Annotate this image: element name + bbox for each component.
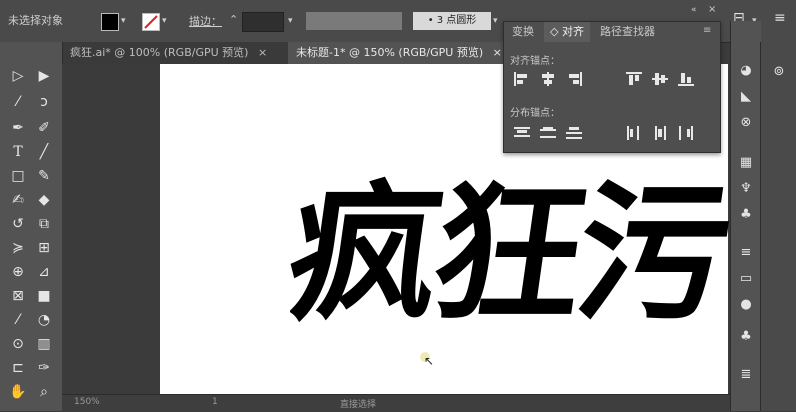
width-tool-icon[interactable]: ≽ <box>6 238 30 258</box>
direct-selection-cursor-icon: ↖ <box>424 354 435 368</box>
artwork-glyphs: 疯狂污 <box>290 168 730 342</box>
stroke-panel-icon[interactable]: ≡ <box>736 245 756 261</box>
artwork-text[interactable]: 疯狂污 <box>290 160 730 350</box>
fill-swatch[interactable] <box>101 13 119 31</box>
gradient-panel-icon[interactable]: ▭ <box>736 271 756 287</box>
align-horizontal-center-icon[interactable] <box>540 72 556 86</box>
align-vertical-center-icon[interactable] <box>652 72 668 86</box>
align-top-icon[interactable] <box>626 72 642 86</box>
color-guide-icon[interactable]: ◣ <box>736 89 756 105</box>
shaper-tool-icon[interactable]: ✍ <box>6 190 30 210</box>
distribute-bottom-icon[interactable] <box>566 126 582 140</box>
line-tool-icon[interactable]: ╱ <box>32 142 56 162</box>
distribute-vertical-center-icon[interactable] <box>540 126 556 140</box>
align-panel: 变换 ◇ 对齐 路径查找器 ≡ 对齐锚点： 分布锚点： <box>503 21 721 153</box>
stroke-weight-stepper[interactable]: ⌃ <box>229 13 238 26</box>
variable-width-profile[interactable] <box>306 12 402 30</box>
curvature-tool-icon[interactable]: ✐ <box>32 118 56 138</box>
brushes-icon[interactable]: ♆ <box>736 181 756 197</box>
layers-icon[interactable]: ≣ <box>736 367 756 383</box>
fill-dropdown-chevron-icon[interactable]: ▾ <box>121 16 126 26</box>
recolor-icon[interactable]: ⊗ <box>736 115 756 131</box>
stroke-dropdown-chevron-icon[interactable]: ▾ <box>162 16 167 26</box>
panel-dock-icons: ◕ ◣ ⊗ ▦ ♆ ♣ ≡ ▭ ● ♣ ≣ <box>730 21 761 411</box>
eyedropper-tool-icon[interactable]: ⁄ <box>6 310 30 330</box>
gradient-tool-icon[interactable]: ■ <box>32 286 56 306</box>
scale-tool-icon[interactable]: ⧉ <box>32 214 56 234</box>
blend-tool-icon[interactable]: ◔ <box>32 310 56 330</box>
tab-pathfinder[interactable]: 路径查找器 <box>594 22 661 42</box>
tab-align[interactable]: ◇ 对齐 <box>544 22 590 42</box>
column-graph-tool-icon[interactable]: ▥ <box>32 334 56 354</box>
symbol-sprayer-tool-icon[interactable]: ⊙ <box>6 334 30 354</box>
pen-tool-icon[interactable]: ✒ <box>6 118 30 138</box>
stroke-weight-chevron-icon[interactable]: ▾ <box>288 16 293 26</box>
magic-wand-tool-icon[interactable]: ⁄ <box>6 92 30 112</box>
distribute-right-icon[interactable] <box>678 126 694 140</box>
workspace-menu-icon[interactable]: ≡ <box>774 10 786 26</box>
paintbrush-tool-icon[interactable]: ✎ <box>32 166 56 186</box>
tab-document-1[interactable]: 疯狂.ai* @ 100% (RGB/GPU 预览) × <box>62 42 275 64</box>
type-tool-icon[interactable]: T <box>6 142 30 162</box>
distribute-top-icon[interactable] <box>514 126 530 140</box>
selection-tool-icon[interactable]: ▷ <box>6 66 30 86</box>
status-bar: 150% 1 直接选择 <box>62 394 730 412</box>
align-anchors-label: 对齐锚点： <box>510 56 560 67</box>
brush-preset-label: 3 点圆形 <box>436 15 477 26</box>
tab-document-2-label: 未标题-1* @ 150% (RGB/GPU 预览) <box>296 46 484 59</box>
shape-builder-tool-icon[interactable]: ⊕ <box>6 262 30 282</box>
align-bottom-icon[interactable] <box>678 72 694 86</box>
zoom-level[interactable]: 150% <box>74 397 100 407</box>
zoom-tool-icon[interactable]: ⌕ <box>32 382 56 402</box>
distribute-horizontal-center-icon[interactable] <box>652 126 668 140</box>
perspective-grid-tool-icon[interactable]: ⊿ <box>32 262 56 282</box>
align-left-icon[interactable] <box>514 72 530 86</box>
artboard-tool-icon[interactable]: ⊏ <box>6 358 30 378</box>
status-tool-hint: 直接选择 <box>340 400 377 410</box>
close-panel-icon[interactable]: × <box>708 4 716 15</box>
color-palette-icon[interactable]: ◕ <box>736 63 756 79</box>
stroke-weight-field[interactable] <box>242 12 284 32</box>
rectangle-tool-icon[interactable]: □ <box>6 166 30 186</box>
lasso-tool-icon[interactable]: ↄ <box>32 92 56 112</box>
tab-document-2[interactable]: 未标题-1* @ 150% (RGB/GPU 预览) × <box>288 42 510 64</box>
panel-menu-icon[interactable]: ≡ <box>703 25 711 36</box>
tab-transform[interactable]: 变换 <box>506 22 540 42</box>
panel-dock-secondary: ⊚ <box>760 42 796 411</box>
swatches-icon[interactable]: ▦ <box>736 155 756 171</box>
eraser-tool-icon[interactable]: ◆ <box>32 190 56 210</box>
brush-dropdown-chevron-icon[interactable]: ▾ <box>493 16 498 26</box>
close-icon[interactable]: × <box>258 46 267 59</box>
slice-tool-icon[interactable]: ✑ <box>32 358 56 378</box>
transparency-icon[interactable]: ● <box>736 297 756 313</box>
hand-tool-icon[interactable]: ✋ <box>6 382 30 402</box>
collapse-panel-icon[interactable]: « <box>691 5 697 15</box>
stroke-swatch[interactable] <box>142 13 160 31</box>
brush-preset-field[interactable]: • 3 点圆形 <box>413 12 491 30</box>
align-right-icon[interactable] <box>566 72 582 86</box>
free-transform-tool-icon[interactable]: ⊞ <box>32 238 56 258</box>
tab-document-1-label: 疯狂.ai* @ 100% (RGB/GPU 预览) <box>70 46 249 59</box>
selection-status: 未选择对象 <box>8 14 63 27</box>
distribute-anchors-label: 分布锚点： <box>510 108 560 119</box>
direct-selection-tool-icon[interactable]: ▶ <box>32 66 56 86</box>
distribute-left-icon[interactable] <box>626 126 642 140</box>
document-tab-bar: 疯狂.ai* @ 100% (RGB/GPU 预览) × 未标题-1* @ 15… <box>62 42 510 64</box>
rotate-tool-icon[interactable]: ↺ <box>6 214 30 234</box>
mesh-tool-icon[interactable]: ⊠ <box>6 286 30 306</box>
tools-panel: ▷ ▶ ⁄ ↄ ✒ ✐ T ╱ □ ✎ ✍ ◆ ↺ ⧉ ≽ ⊞ ⊕ ⊿ ⊠ ■ … <box>0 42 63 411</box>
symbols-icon[interactable]: ♣ <box>736 207 756 223</box>
stroke-label: 描边： <box>189 15 222 28</box>
tab-align-label: 对齐 <box>561 25 584 38</box>
artboard-number[interactable]: 1 <box>212 397 218 407</box>
close-icon[interactable]: × <box>493 46 502 59</box>
appearance-icon[interactable]: ♣ <box>736 329 756 345</box>
links-icon[interactable]: ⊚ <box>769 64 789 80</box>
